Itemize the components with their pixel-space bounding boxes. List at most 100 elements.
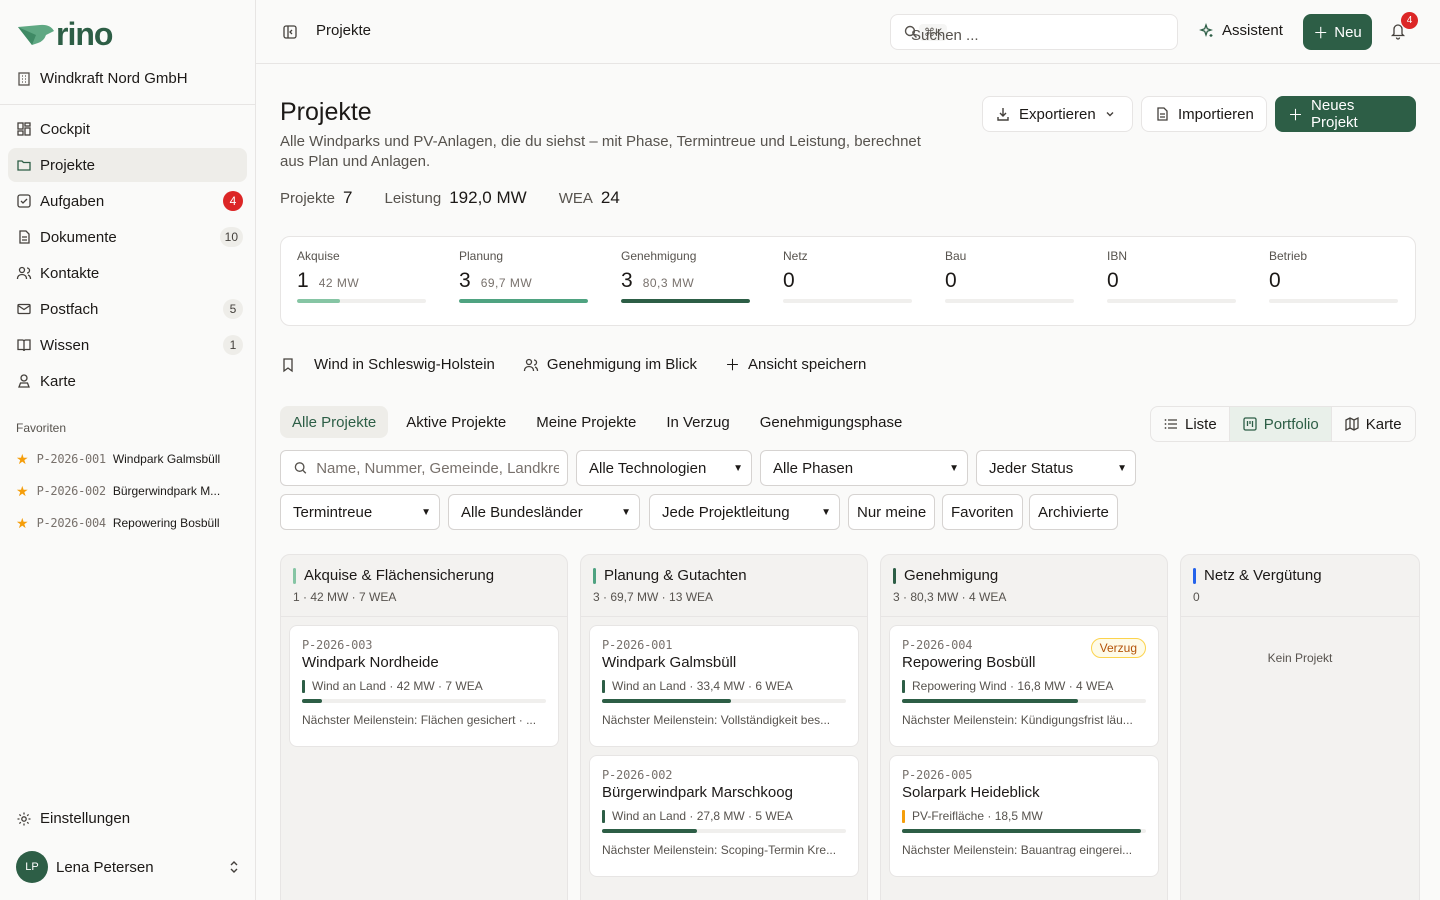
column-summary: 0 — [1193, 590, 1200, 604]
sidebar-item-projekte[interactable]: Projekte — [8, 148, 247, 182]
project-card[interactable]: P-2026-004 Repowering Bosbüll Repowering… — [889, 625, 1159, 747]
column-title-text: Planung & Gutachten — [604, 567, 747, 584]
mine-toggle[interactable]: Nur meine — [848, 494, 936, 530]
tab-in-verzug[interactable]: In Verzug — [654, 406, 741, 438]
sidebar-item-label: Dokumente — [40, 228, 117, 246]
favorites-toggle[interactable]: Favoriten — [942, 494, 1023, 530]
favorite-item[interactable]: ★ P-2026-002 Bürgerwindpark M... — [16, 481, 240, 501]
select-value: Alle Technologien — [589, 459, 707, 477]
phase-count: 0 — [1107, 269, 1119, 292]
tab-meine-projekte[interactable]: Meine Projekte — [524, 406, 648, 438]
tab-aktive-projekte[interactable]: Aktive Projekte — [394, 406, 518, 438]
stat-capacity: Leistung 192,0 MW — [385, 188, 527, 208]
phase-6[interactable]: Betrieb 0 — [1269, 249, 1398, 303]
sidebar-item-wissen[interactable]: Wissen 1 — [8, 328, 247, 362]
tab-genehmigungsphase[interactable]: Genehmigungsphase — [748, 406, 915, 438]
favorite-code: P-2026-004 — [36, 516, 107, 530]
project-name: Windpark Nordheide — [302, 654, 439, 671]
view-mode-portfolio[interactable]: Portfolio — [1229, 407, 1332, 441]
technology-select[interactable]: Alle Technologien ▼ — [576, 450, 752, 486]
favorite-item[interactable]: ★ P-2026-001 Windpark Galmsbüll — [16, 449, 240, 469]
sidebar-item-cockpit[interactable]: Cockpit — [8, 112, 247, 146]
view-mode-list[interactable]: Liste — [1151, 407, 1230, 441]
status-select[interactable]: Jeder Status ▼ — [976, 450, 1136, 486]
new-label: Neu — [1334, 23, 1362, 41]
plus-icon: ＋ — [1313, 24, 1329, 42]
view-mode-switch: Liste Portfolio Karte — [1150, 406, 1416, 442]
phase-3[interactable]: Netz 0 — [783, 249, 912, 303]
column-header: Genehmigung 3 · 80,3 MW · 4 WEA — [881, 555, 1167, 617]
global-search[interactable]: Suchen ... ⌘K — [890, 14, 1178, 50]
summary-stats: Projekte 7 Leistung 192,0 MW WEA 24 — [280, 188, 620, 208]
sidebar-item-dokumente[interactable]: Dokumente 10 — [8, 220, 247, 254]
project-search-input[interactable]: Name, Nummer, Gemeinde, Landkreis — [280, 450, 568, 486]
phase-4[interactable]: Bau 0 — [945, 249, 1074, 303]
assistant-button[interactable]: Assistent — [1198, 22, 1283, 39]
phase-label: Betrieb — [1269, 249, 1308, 263]
new-button[interactable]: ＋ Neu — [1303, 14, 1372, 50]
sidebar-item-label: Postfach — [40, 300, 99, 318]
import-button[interactable]: Importieren — [1141, 96, 1267, 132]
phase-select[interactable]: Alle Phasen ▼ — [760, 450, 968, 486]
export-label: Exportieren — [1019, 105, 1096, 123]
lead-select[interactable]: Jede Projektleitung ▼ — [649, 494, 840, 530]
project-card[interactable]: P-2026-001 Windpark Galmsbüll Wind an La… — [589, 625, 859, 747]
save-view-button[interactable]: ＋ Ansicht speichern — [725, 354, 866, 375]
select-value: Jeder Status — [989, 459, 1074, 477]
column-header: Akquise & Flächensicherung 1 · 42 MW · 7… — [281, 555, 567, 617]
phase-progress-bar — [783, 299, 912, 303]
project-meta-text: Repowering Wind · 16,8 MW · 4 WEA — [912, 679, 1114, 693]
select-value: Alle Bundesländer — [461, 503, 583, 521]
view-mode-map[interactable]: Karte — [1332, 407, 1414, 441]
org-switcher[interactable]: Windkraft Nord GmbH — [16, 70, 188, 87]
project-card[interactable]: P-2026-003 Windpark Nordheide Wind an La… — [289, 625, 559, 747]
users-icon — [16, 265, 32, 281]
sidebar-toggle-icon[interactable] — [282, 24, 298, 40]
column-color-marker — [893, 567, 896, 584]
phase-5[interactable]: IBN 0 — [1107, 249, 1236, 303]
favorite-item[interactable]: ★ P-2026-004 Repowering Bosbüll — [16, 513, 240, 533]
page-description: Alle Windparks und PV-Anlagen, die du si… — [280, 133, 921, 170]
brand-wordmark: rino — [56, 16, 113, 52]
phase-count: 0 — [783, 269, 795, 292]
project-meta: Wind an Land · 27,8 MW · 5 WEA — [602, 809, 846, 823]
phase-values: 0 — [783, 269, 912, 293]
favorite-name: Bürgerwindpark M... — [112, 484, 221, 498]
project-card[interactable]: P-2026-005 Solarpark Heideblick PV-Freif… — [889, 755, 1159, 877]
project-meta-text: Wind an Land · 42 MW · 7 WEA — [312, 679, 483, 693]
project-card[interactable]: P-2026-002 Bürgerwindpark Marschkoog Win… — [589, 755, 859, 877]
phase-values: 3 80,3 MW — [621, 269, 750, 293]
column-title-text: Akquise & Flächensicherung — [304, 567, 495, 584]
user-menu[interactable]: LP Lena Petersen — [16, 851, 240, 883]
phase-0[interactable]: Akquise 1 42 MW — [297, 249, 426, 303]
chevron-down-icon: ▼ — [733, 462, 743, 474]
saved-view-genehmigung[interactable]: Genehmigung im Blick — [523, 354, 697, 375]
kanban-icon — [1243, 417, 1257, 431]
project-progress-bar — [902, 829, 1146, 833]
project-meta: Repowering Wind · 16,8 MW · 4 WEA — [902, 679, 1146, 693]
saved-view-wind-sh[interactable]: Wind in Schleswig-Holstein — [280, 354, 495, 375]
sidebar-item-label: Cockpit — [40, 120, 91, 138]
schedule-select[interactable]: Termintreue ▼ — [280, 494, 440, 530]
sidebar-item-karte[interactable]: Karte — [8, 364, 247, 398]
project-progress-fill — [302, 699, 322, 703]
tab-alle-projekte[interactable]: Alle Projekte — [280, 406, 389, 438]
project-meta-text: Wind an Land · 33,4 MW · 6 WEA — [612, 679, 793, 693]
settings-link[interactable]: Einstellungen — [16, 810, 130, 827]
sidebar-item-aufgaben[interactable]: Aufgaben 4 — [8, 184, 247, 218]
project-name: Bürgerwindpark Marschkoog — [602, 784, 793, 801]
export-button[interactable]: Exportieren — [982, 96, 1133, 132]
state-select[interactable]: Alle Bundesländer ▼ — [448, 494, 640, 530]
sidebar-item-label: Aufgaben — [40, 192, 105, 210]
column-title: Planung & Gutachten — [593, 567, 855, 584]
phase-count: 1 — [297, 269, 309, 292]
phase-2[interactable]: Genehmigung 3 80,3 MW — [621, 249, 750, 303]
sidebar-item-postfach[interactable]: Postfach 5 — [8, 292, 247, 326]
logo[interactable]: rino — [16, 16, 113, 52]
sidebar-item-kontakte[interactable]: Kontakte — [8, 256, 247, 290]
import-label: Importieren — [1178, 105, 1254, 123]
phase-1[interactable]: Planung 3 69,7 MW — [459, 249, 588, 303]
new-project-button[interactable]: ＋ Neues Projekt — [1275, 96, 1416, 132]
sidebar-item-label: Projekte — [40, 156, 96, 174]
archived-toggle[interactable]: Archivierte — [1029, 494, 1118, 530]
